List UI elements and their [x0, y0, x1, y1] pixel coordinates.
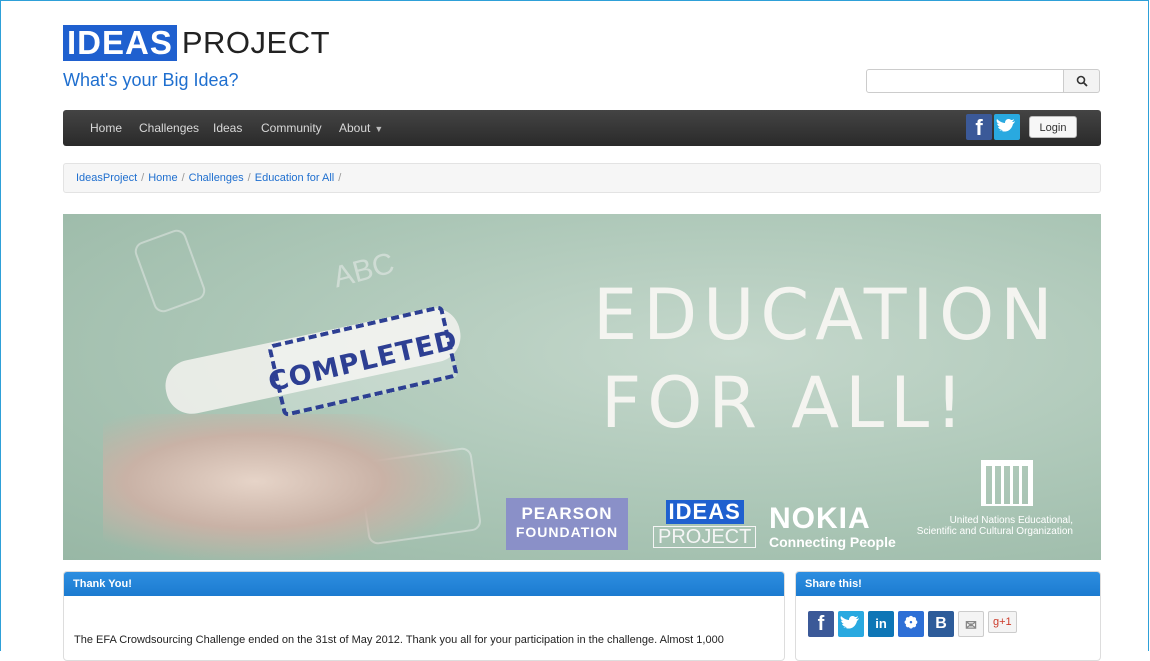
nokia-logo: NOKIA Connecting People	[769, 502, 896, 551]
google-plus-one-button[interactable]: g+1	[988, 611, 1017, 633]
share-icons: f in ❁ B ✉ g+1	[808, 611, 1017, 637]
share-panel: Share this! f in ❁ B ✉ g+1	[795, 571, 1101, 661]
nav-about[interactable]: About ▼	[339, 110, 383, 146]
phone-sketch	[131, 226, 209, 316]
facebook-icon[interactable]: f	[966, 114, 992, 140]
breadcrumb-home[interactable]: Home	[148, 172, 177, 184]
breadcrumb-education-for-all[interactable]: Education for All	[255, 172, 335, 184]
banner-headline-line2: FOR ALL!	[601, 362, 970, 444]
thank-you-panel: Thank You! The EFA Crowdsourcing Challen…	[63, 571, 785, 661]
breadcrumb-challenges[interactable]: Challenges	[189, 172, 244, 184]
breadcrumb: IdeasProject / Home / Challenges / Education f…	[63, 163, 1101, 193]
logo-ideas-text: IDEAS	[63, 25, 177, 61]
search-icon	[1076, 75, 1088, 87]
banner-headline-line1: EDUCATION	[593, 274, 1059, 356]
chalk-letters: ABC	[329, 246, 398, 295]
nav-community[interactable]: Community	[261, 110, 322, 146]
logo-project-text: PROJECT	[181, 25, 331, 60]
pearson-line1: PEARSON	[521, 504, 613, 523]
facebook-icon[interactable]: f	[808, 611, 834, 637]
pearson-line2: FOUNDATION	[515, 524, 619, 540]
unesco-line2: Scientific and Cultural Organization	[916, 526, 1073, 537]
linkedin-icon[interactable]: in	[868, 611, 894, 637]
unesco-temple-icon	[981, 460, 1033, 506]
pearson-foundation-logo: PEARSON FOUNDATION	[506, 498, 628, 550]
nav-about-label: About	[339, 121, 371, 135]
unesco-logo: United Nations Educational, Scientific a…	[901, 460, 1073, 537]
search-input[interactable]	[866, 69, 1064, 93]
search-button[interactable]	[1064, 69, 1100, 93]
share-title: Share this!	[796, 572, 1100, 596]
ideas-project-banner-logo: IDEAS PROJECT	[653, 500, 757, 548]
site-logo[interactable]: IDEAS PROJECT	[63, 25, 330, 61]
banner-ideas-text: IDEAS	[665, 500, 744, 524]
login-button[interactable]: Login	[1029, 116, 1077, 138]
twitter-icon[interactable]	[838, 611, 864, 637]
nokia-wordmark: NOKIA	[769, 502, 871, 535]
page-frame-left	[0, 0, 1, 651]
thank-you-title: Thank You!	[64, 572, 784, 596]
main-navbar: Home Challenges Ideas Community About ▼	[63, 110, 1101, 146]
caret-down-icon: ▼	[374, 124, 384, 134]
site-tagline: What's your Big Idea?	[63, 70, 239, 90]
nav-challenges[interactable]: Challenges	[139, 110, 199, 146]
breadcrumb-ideasproject[interactable]: IdeasProject	[76, 172, 137, 184]
twitter-icon[interactable]	[994, 114, 1020, 140]
nokia-tagline: Connecting People	[769, 534, 896, 550]
hand-image	[103, 414, 483, 560]
challenge-banner: ABC COMPLETED EDUCATION FOR ALL! PEARSON…	[63, 214, 1101, 560]
b-icon[interactable]: B	[928, 611, 954, 637]
banner-project-text: PROJECT	[653, 526, 757, 548]
mail-icon[interactable]: ✉	[958, 611, 984, 637]
unesco-line1: United Nations Educational,	[949, 515, 1073, 526]
nav-home[interactable]: Home	[90, 110, 122, 146]
baidu-icon[interactable]: ❁	[898, 611, 924, 637]
nav-ideas[interactable]: Ideas	[213, 110, 242, 146]
thank-you-text: The EFA Crowdsourcing Challenge ended on…	[74, 634, 724, 646]
plus-one-label: +1	[999, 616, 1012, 628]
